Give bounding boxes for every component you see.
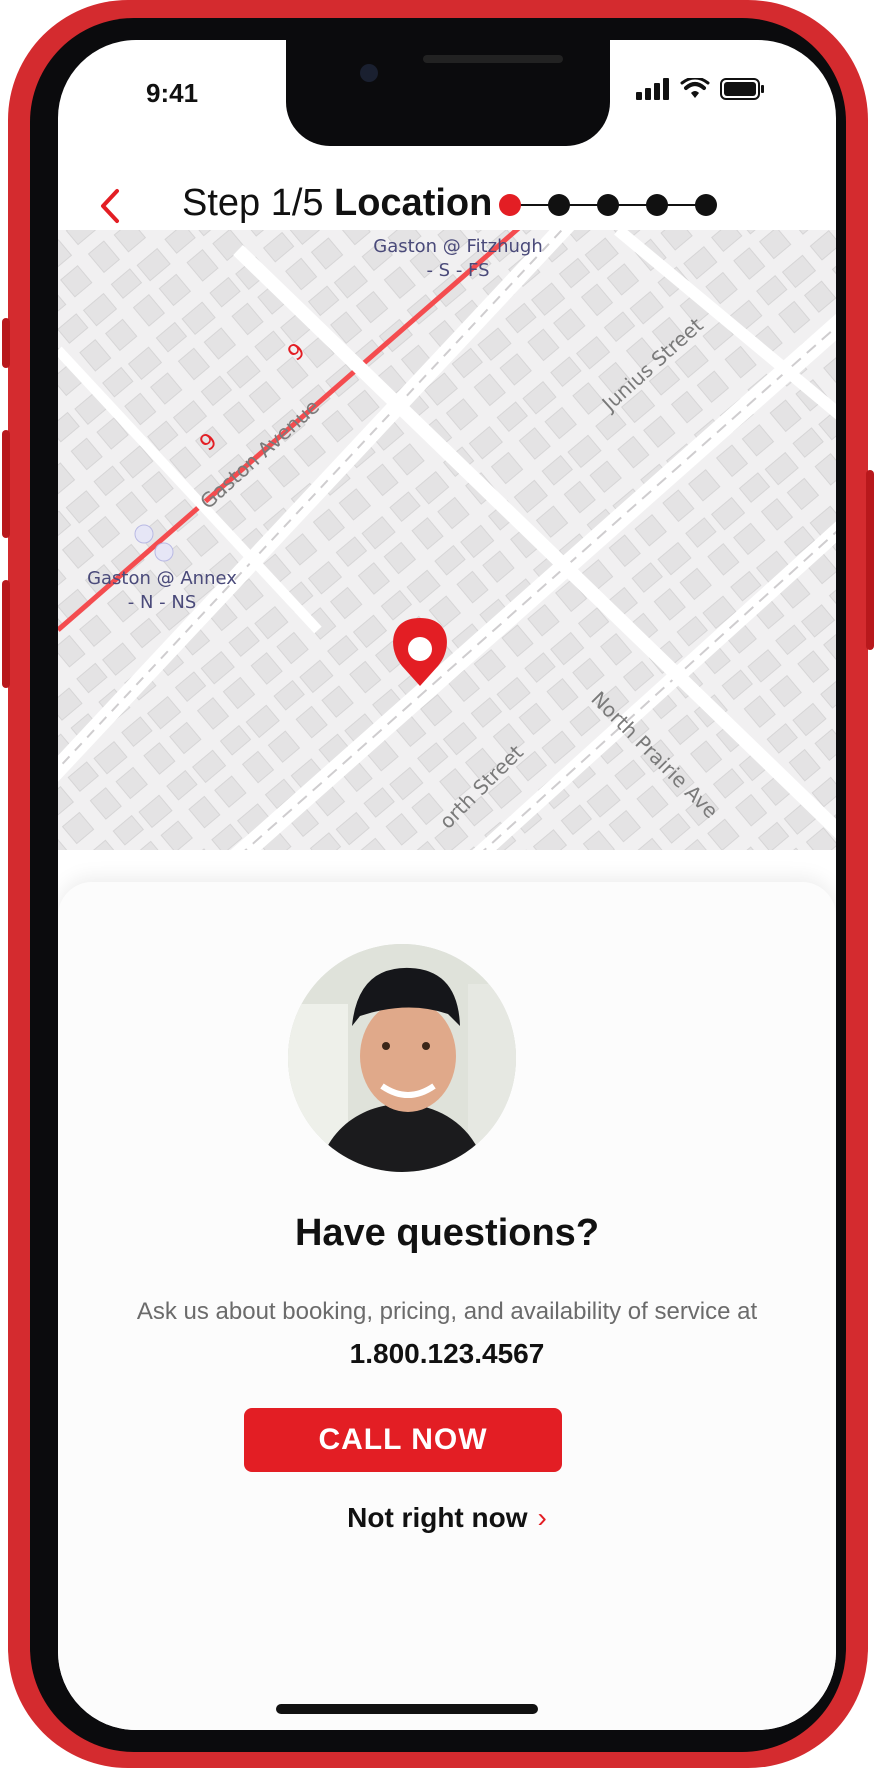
power-button <box>866 470 874 650</box>
avatar <box>288 944 516 1172</box>
progress-dot-5 <box>695 194 717 216</box>
progress-dot-2 <box>548 194 570 216</box>
chevron-right-icon: › <box>537 1502 547 1533</box>
progress-dot-4 <box>646 194 668 216</box>
chevron-left-icon <box>101 189 119 223</box>
page-title: Location <box>334 182 493 224</box>
map-label-fitzhugh: Gaston @ Fitzhugh <box>373 236 542 257</box>
map-label-fitzhugh-sub: - S - FS <box>426 260 489 281</box>
step-label: Step 1/5 <box>182 182 324 224</box>
step-progress <box>499 194 717 216</box>
home-indicator <box>276 1704 538 1714</box>
map-canvas: Gaston @ Fitzhugh - S - FS Gaston @ Anne… <box>58 230 836 850</box>
not-right-now-link[interactable]: Not right now › <box>58 1502 836 1534</box>
volume-down-button <box>2 580 10 688</box>
map-label-annex-sub: - N - NS <box>128 592 197 613</box>
status-time: 9:41 <box>146 78 199 108</box>
camera <box>360 64 378 82</box>
phone-frame: 9:41 Step 1/5 Location Gaston @ Fitzhugh… <box>2 0 874 1768</box>
progress-dot-1 <box>499 194 521 216</box>
questions-title: Have questions? <box>294 1212 600 1254</box>
map-view[interactable]: Gaston @ Fitzhugh - S - FS Gaston @ Anne… <box>58 230 836 850</box>
status-icons <box>636 78 766 100</box>
battery-icon <box>720 78 764 100</box>
speaker <box>423 55 563 63</box>
call-now-button[interactable]: CALL NOW <box>244 1408 562 1472</box>
screen: 9:41 Step 1/5 Location Gaston @ Fitzhugh… <box>58 40 836 1730</box>
bus-stop-marker <box>134 524 154 544</box>
questions-sheet: Have questions? Ask us about booking, pr… <box>58 882 836 1730</box>
wifi-icon <box>680 78 710 98</box>
silent-switch <box>2 318 10 368</box>
map-label-annex: Gaston @ Annex <box>87 568 237 589</box>
progress-dot-3 <box>597 194 619 216</box>
bus-stop-marker <box>154 542 174 562</box>
questions-body: Ask us about booking, pricing, and avail… <box>136 1298 758 1325</box>
phone-number[interactable]: 1.800.123.4567 <box>58 1338 836 1370</box>
back-button[interactable] <box>88 184 132 228</box>
cellular-signal-icon <box>636 78 669 100</box>
not-right-now-label: Not right now <box>347 1502 528 1533</box>
person-photo-icon <box>288 944 516 1172</box>
volume-up-button <box>2 430 10 538</box>
